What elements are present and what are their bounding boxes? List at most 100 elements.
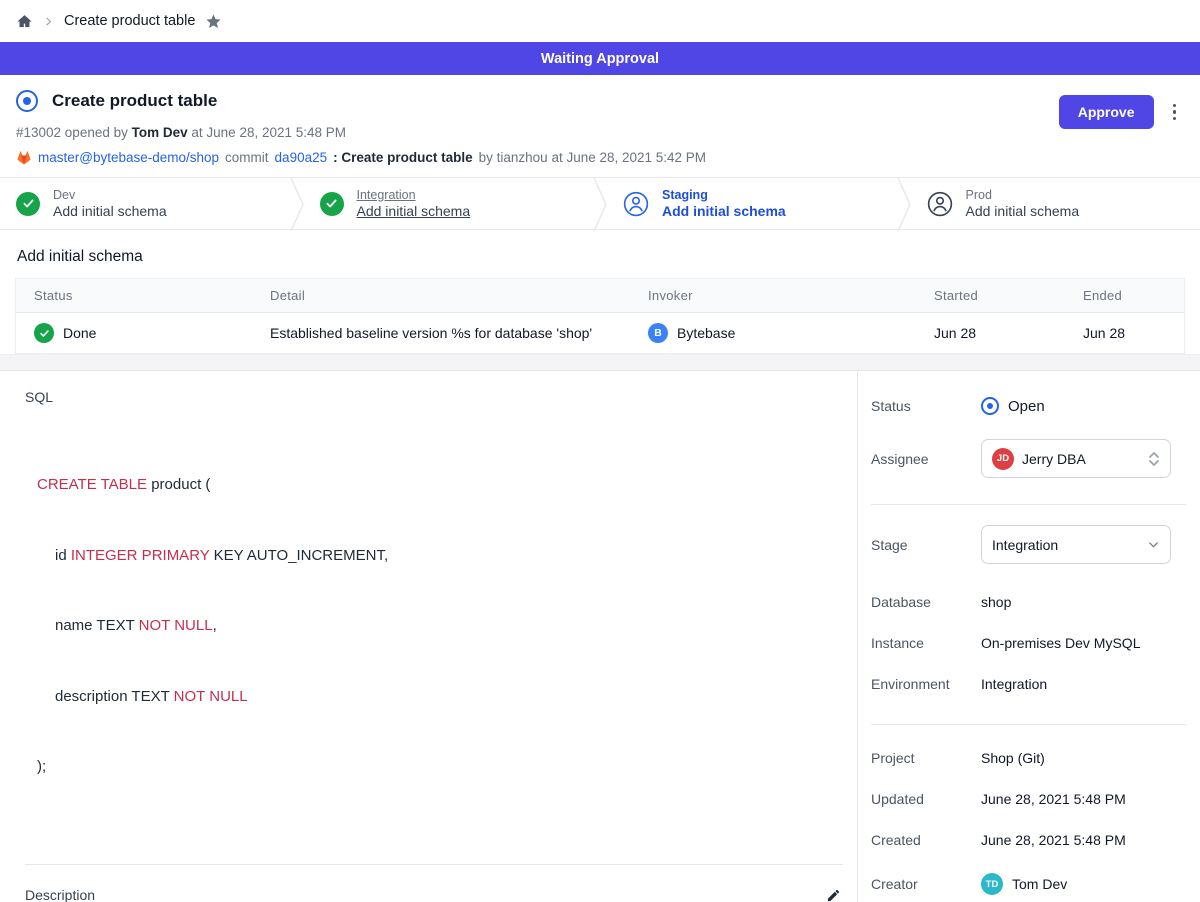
- task-status-cell: Done: [16, 313, 252, 353]
- sql-line: description TEXT NOT NULL: [37, 685, 843, 709]
- breadcrumb-chevron-icon: [43, 16, 54, 27]
- divider: [871, 504, 1186, 505]
- stage-env-label: Prod: [966, 188, 1080, 202]
- kebab-menu-icon[interactable]: [1169, 100, 1181, 125]
- status-open-icon: [981, 397, 999, 415]
- issue-title: Create product table: [52, 91, 217, 111]
- waiting-approval-banner: Waiting Approval: [0, 42, 1200, 75]
- project-row: Project Shop (Git): [871, 750, 1186, 766]
- task-table-header: Status Detail Invoker Started Ended: [16, 279, 1184, 313]
- task-status-text: Done: [63, 325, 96, 341]
- stage-env-label: Dev: [53, 188, 167, 202]
- sql-text: description TEXT: [55, 688, 174, 705]
- task-invoker-text: Bytebase: [677, 325, 735, 341]
- stage-separator: [290, 178, 304, 229]
- stage-label: Stage: [871, 537, 981, 553]
- breadcrumb-page-title[interactable]: Create product table: [64, 13, 195, 29]
- divider: [871, 724, 1186, 725]
- issue-sidebar: Status Open Assignee JD Jerry DBA Stage: [858, 371, 1200, 902]
- stage-task-label: Add initial schema: [662, 203, 786, 219]
- section-divider-band: [0, 354, 1200, 370]
- stage-integration[interactable]: Integration Add initial schema: [304, 178, 594, 229]
- creator-label: Creator: [871, 876, 981, 892]
- sql-text: id: [55, 547, 71, 564]
- instance-row: Instance On-premises Dev MySQL: [871, 635, 1186, 651]
- table-row[interactable]: Done Established baseline version %s for…: [16, 313, 1184, 353]
- sql-text: name TEXT: [55, 617, 139, 634]
- project-value[interactable]: Shop (Git): [981, 750, 1186, 766]
- home-icon[interactable]: [16, 13, 33, 30]
- task-section-heading: Add initial schema: [17, 248, 1185, 266]
- vcs-commit-line: master@bytebase-demo/shop commit da90a25…: [16, 150, 1184, 165]
- vcs-commit-message: : Create product table: [333, 150, 473, 165]
- check-circle-icon: [16, 192, 40, 216]
- vcs-commit-time: by tianzhou at June 28, 2021 5:42 PM: [479, 150, 706, 165]
- database-value[interactable]: shop: [981, 594, 1186, 610]
- status-value: Open: [1008, 398, 1045, 415]
- issue-open-icon: [16, 90, 38, 112]
- approve-button[interactable]: Approve: [1059, 95, 1154, 129]
- sql-text: product (: [147, 476, 210, 493]
- status-label: Status: [871, 398, 981, 414]
- assignee-select[interactable]: JD Jerry DBA: [981, 439, 1171, 478]
- stage-row: Stage Integration: [871, 525, 1186, 564]
- creator-row: Creator TD Tom Dev: [871, 873, 1186, 895]
- tom-avatar: TD: [981, 873, 1003, 895]
- created-value: June 28, 2021 5:48 PM: [981, 832, 1186, 848]
- sql-text: );: [37, 758, 46, 775]
- chevron-down-icon: [1147, 538, 1160, 551]
- environment-row: Environment Integration: [871, 676, 1186, 692]
- jerry-avatar: JD: [992, 448, 1014, 470]
- star-icon[interactable]: [205, 13, 222, 30]
- task-section: Add initial schema Status Detail Invoker…: [0, 230, 1200, 354]
- sql-line: id INTEGER PRIMARY KEY AUTO_INCREMENT,: [37, 544, 843, 568]
- banner-text: Waiting Approval: [541, 51, 659, 67]
- column-header-ended: Ended: [1065, 279, 1184, 312]
- vcs-commit-hash-link[interactable]: da90a25: [275, 150, 328, 165]
- sql-label: SQL: [25, 389, 843, 405]
- issue-opened-time: at June 28, 2021 5:48 PM: [191, 125, 346, 140]
- created-row: Created June 28, 2021 5:48 PM: [871, 832, 1186, 848]
- stage-select[interactable]: Integration: [981, 525, 1171, 564]
- task-detail-cell: Established baseline version %s for data…: [252, 315, 630, 351]
- updated-value: June 28, 2021 5:48 PM: [981, 791, 1186, 807]
- issue-author: Tom Dev: [132, 125, 188, 140]
- bytebase-avatar: B: [648, 323, 668, 343]
- stage-separator: [593, 178, 607, 229]
- stage-env-label: Integration: [357, 188, 471, 202]
- sql-line: name TEXT NOT NULL,: [37, 614, 843, 638]
- stage-prod[interactable]: Prod Add initial schema: [911, 178, 1200, 229]
- column-header-status: Status: [16, 279, 252, 312]
- instance-value[interactable]: On-premises Dev MySQL: [981, 635, 1186, 651]
- database-label: Database: [871, 594, 981, 610]
- sql-text: ,: [213, 617, 217, 634]
- sql-keyword: NOT NULL: [139, 617, 213, 634]
- sql-keyword: INTEGER PRIMARY: [71, 547, 210, 564]
- stage-task-label: Add initial schema: [966, 203, 1080, 219]
- environment-value[interactable]: Integration: [981, 676, 1186, 692]
- stage-value: Integration: [992, 537, 1139, 553]
- stage-env-label: Staging: [662, 188, 786, 202]
- stage-staging[interactable]: Staging Add initial schema: [607, 178, 897, 229]
- creator-value: Tom Dev: [1012, 876, 1067, 892]
- pipeline-stage-bar: Dev Add initial schema Integration Add i…: [0, 177, 1200, 230]
- vcs-branch-link[interactable]: master@bytebase-demo/shop: [38, 150, 219, 165]
- person-circle-icon: [623, 191, 649, 217]
- divider: [25, 864, 843, 865]
- stage-task-label: Add initial schema: [53, 203, 167, 219]
- updated-label: Updated: [871, 791, 981, 807]
- project-label: Project: [871, 750, 981, 766]
- instance-label: Instance: [871, 635, 981, 651]
- breadcrumb: Create product table: [0, 0, 1200, 42]
- stage-dev[interactable]: Dev Add initial schema: [0, 178, 290, 229]
- gitlab-icon: [16, 150, 32, 165]
- sql-keyword: NOT NULL: [174, 688, 248, 705]
- environment-label: Environment: [871, 676, 981, 692]
- stage-task-label: Add initial schema: [357, 203, 471, 219]
- sql-statement: CREATE TABLE product ( id INTEGER PRIMAR…: [37, 426, 843, 826]
- column-header-detail: Detail: [252, 279, 630, 312]
- issue-header: Create product table #13002 opened by To…: [0, 75, 1200, 177]
- task-started-cell: Jun 28: [916, 315, 1065, 351]
- assignee-row: Assignee JD Jerry DBA: [871, 439, 1186, 478]
- database-row: Database shop: [871, 594, 1186, 610]
